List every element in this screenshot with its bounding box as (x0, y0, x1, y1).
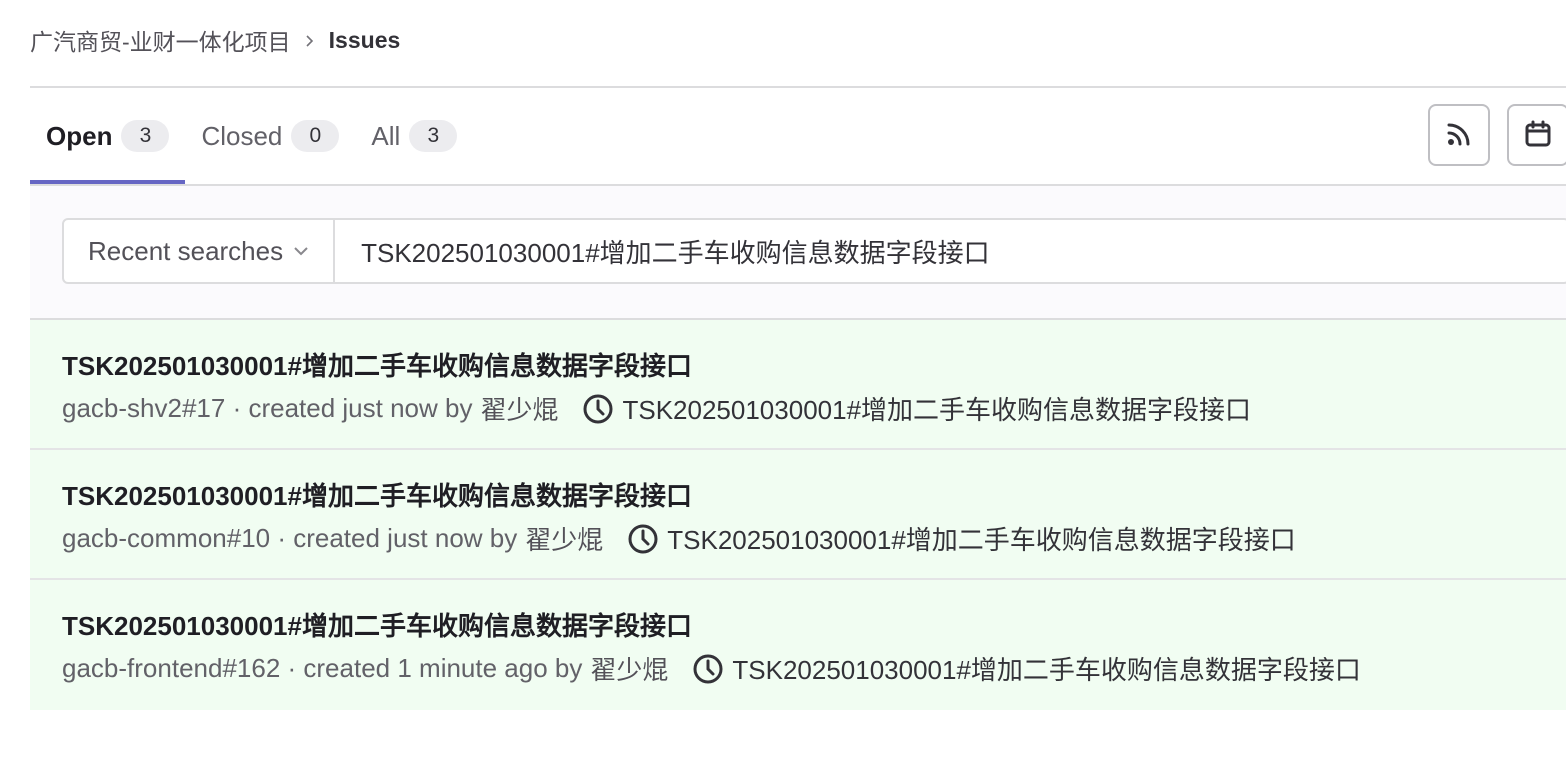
issue-milestone-link[interactable]: TSK202501030001#增加二手车收购信息数据字段接口 (692, 650, 1361, 687)
list-item: TSK202501030001#增加二手车收购信息数据字段接口 gacb-com… (30, 450, 1566, 580)
tab-open[interactable]: Open 3 (30, 88, 186, 184)
issue-milestone-label: TSK202501030001#增加二手车收购信息数据字段接口 (667, 525, 1296, 555)
chevron-down-icon (293, 246, 309, 256)
issue-title-link[interactable]: TSK202501030001#增加二手车收购信息数据字段接口 (62, 346, 692, 383)
issue-reference: gacb-frontend#162 (62, 653, 281, 683)
issue-milestone-label: TSK202501030001#增加二手车收购信息数据字段接口 (732, 655, 1361, 685)
issue-meta: gacb-shv2#17 · created just now by 翟少焜 T… (62, 390, 1251, 427)
filter-bar: Recent searches (30, 186, 1566, 320)
issue-milestone-label: TSK202501030001#增加二手车收购信息数据字段接口 (622, 395, 1252, 425)
calendar-icon (1524, 120, 1552, 151)
issue-meta: gacb-frontend#162 · created 1 minute ago… (62, 650, 1361, 687)
rss-feed-button[interactable] (1428, 104, 1490, 166)
tab-closed-label: Closed (201, 120, 283, 151)
issue-title-link[interactable]: TSK202501030001#增加二手车收购信息数据字段接口 (62, 606, 692, 643)
issue-milestone-link[interactable]: TSK202501030001#增加二手车收购信息数据字段接口 (627, 520, 1296, 557)
issue-created-text: · created just now by (270, 523, 518, 553)
tab-all[interactable]: All 3 (355, 88, 473, 184)
tab-closed[interactable]: Closed 0 (185, 88, 355, 184)
clock-icon (692, 653, 724, 685)
tab-all-label: All (371, 120, 401, 151)
recent-searches-label: Recent searches (88, 235, 284, 266)
recent-searches-dropdown[interactable]: Recent searches (64, 220, 336, 282)
chevron-right-icon (305, 35, 315, 47)
issue-list: TSK202501030001#增加二手车收购信息数据字段接口 gacb-shv… (30, 320, 1566, 710)
clock-icon (582, 393, 614, 425)
search-input[interactable] (335, 220, 1566, 282)
issue-reference: gacb-shv2#17 (62, 393, 226, 423)
clock-icon (627, 523, 659, 555)
tab-open-label: Open (46, 120, 113, 151)
tab-open-count: 3 (121, 120, 170, 152)
issue-milestone-link[interactable]: TSK202501030001#增加二手车收购信息数据字段接口 (582, 390, 1251, 427)
breadcrumb-project-link[interactable]: 广汽商贸-业财一体化项目 (30, 23, 291, 57)
issue-author-link[interactable]: 翟少焜 (525, 520, 603, 557)
issue-meta: gacb-common#10 · created just now by 翟少焜… (62, 520, 1296, 557)
breadcrumb: 广汽商贸-业财一体化项目 Issues (30, 22, 400, 58)
tab-all-count: 3 (409, 120, 458, 152)
breadcrumb-current[interactable]: Issues (329, 27, 401, 54)
issue-author-link[interactable]: 翟少焜 (480, 390, 558, 427)
issue-created-text: · created just now by (225, 393, 473, 423)
issues-page: 广汽商贸-业财一体化项目 Issues Open 3 Closed 0 All … (0, 0, 1566, 782)
calendar-feed-button[interactable] (1507, 104, 1566, 166)
issue-state-tabs: Open 3 Closed 0 All 3 (30, 88, 473, 184)
issue-created-text: · created 1 minute ago by (280, 653, 583, 683)
list-item: TSK202501030001#增加二手车收购信息数据字段接口 gacb-shv… (30, 320, 1566, 450)
filtered-search-box: Recent searches (62, 218, 1566, 284)
rss-icon (1446, 121, 1472, 150)
list-item: TSK202501030001#增加二手车收购信息数据字段接口 gacb-fro… (30, 580, 1566, 710)
issue-title-link[interactable]: TSK202501030001#增加二手车收购信息数据字段接口 (62, 476, 692, 513)
tab-closed-count: 0 (291, 120, 340, 152)
issue-author-link[interactable]: 翟少焜 (590, 650, 668, 687)
issue-reference: gacb-common#10 (62, 523, 271, 553)
